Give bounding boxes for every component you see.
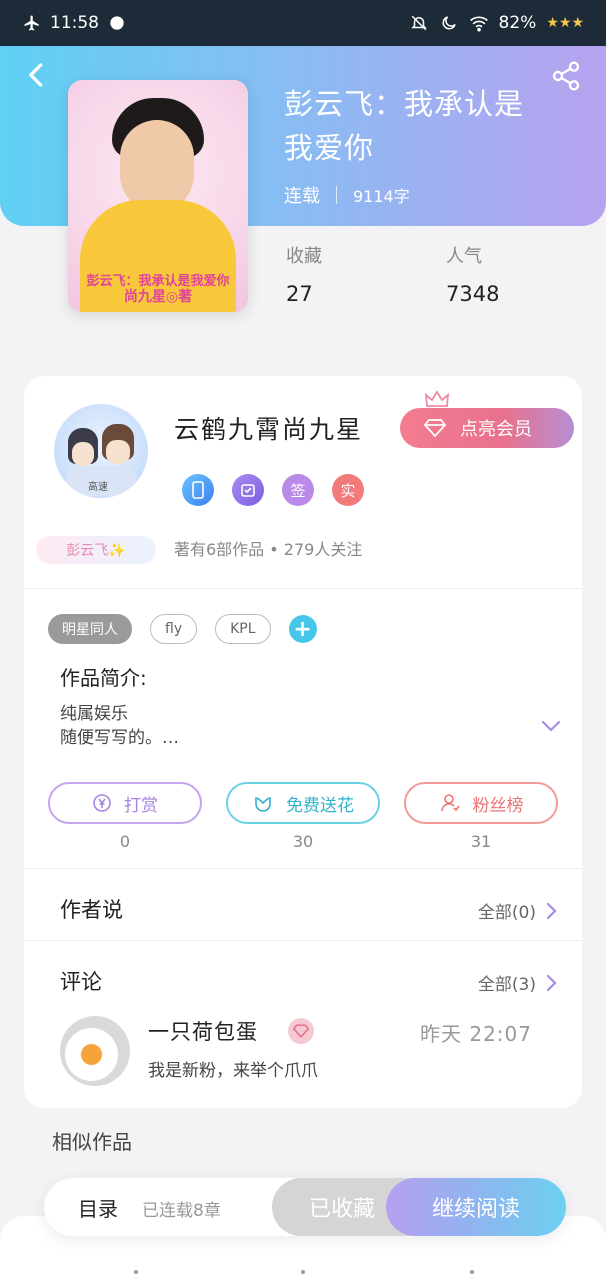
author-stats: 著有6部作品 • 279人关注: [174, 540, 363, 559]
wifi-icon: [469, 13, 489, 33]
flower-icon: [255, 797, 271, 812]
status-time: 11:58: [50, 13, 99, 33]
similar-works-title: 相似作品: [52, 1130, 132, 1154]
tag-item[interactable]: KPL: [215, 614, 271, 644]
book-info-card: 高速 云鹤九霄尚九星 点亮会员 签 实 彭云飞✨ 著有6部作品 • 279人关注…: [24, 376, 582, 1108]
meta-divider: [336, 186, 337, 204]
reward-count: 0: [119, 832, 131, 851]
intro-title: 作品简介:: [60, 666, 147, 690]
diamond-icon: [424, 419, 446, 437]
tag-item[interactable]: 明星同人: [48, 614, 132, 644]
chevron-right-icon: [546, 974, 557, 991]
activate-vip-button[interactable]: 点亮会员: [400, 408, 574, 448]
nav-indicator-dot: [134, 1270, 138, 1274]
send-flower-button[interactable]: 免费送花: [226, 782, 380, 824]
battery-level: 82%: [498, 13, 537, 33]
book-meta: 连载 9114字: [284, 182, 410, 208]
reward-button[interactable]: 打赏: [48, 782, 202, 824]
battery-icon: ★★★: [546, 15, 584, 31]
signed-badge[interactable]: 签: [282, 474, 314, 506]
flower-count: 30: [292, 832, 314, 851]
comment-time: 昨天 22:07: [420, 1022, 532, 1046]
book-title: 彭云飞：我承认是我爱你: [284, 87, 525, 165]
word-count: 9114字: [353, 187, 410, 206]
share-icon: [552, 61, 580, 91]
tag-list: 明星同人 fly KPL +: [48, 614, 317, 644]
stat-popularity: 人气 7348: [446, 246, 500, 306]
cover-author-text: 尚九星◎著: [123, 289, 193, 305]
airplane-mode-icon: [22, 13, 42, 33]
fan-ranking-button[interactable]: 粉丝榜: [404, 782, 558, 824]
tag-item[interactable]: fly: [150, 614, 198, 644]
share-button[interactable]: [550, 60, 582, 92]
calendar-badge-icon[interactable]: [232, 474, 264, 506]
chapter-count: 已连载8章: [142, 1201, 221, 1221]
chevron-right-icon: [546, 902, 557, 919]
bottom-action-bar: 目录 已连载8章 已收藏 继续阅读: [44, 1178, 566, 1236]
fan-tag: 彭云飞✨: [36, 536, 156, 564]
author-says-all-link[interactable]: 全部(0): [478, 898, 558, 923]
book-cover[interactable]: 彭云飞：我承认是我爱你 尚九星◎著: [68, 80, 248, 312]
commenter-avatar[interactable]: [60, 1016, 130, 1086]
divider: [24, 940, 582, 941]
expand-intro-button[interactable]: [538, 716, 564, 736]
do-not-disturb-moon-icon: [439, 13, 459, 33]
phone-badge-icon[interactable]: [182, 474, 214, 506]
vpn-globe-icon: [107, 13, 127, 33]
comments-all-link[interactable]: 全部(3): [478, 970, 558, 995]
commenter-name[interactable]: 一只荷包蛋: [148, 1016, 258, 1046]
comments-title: 评论: [60, 970, 102, 994]
nav-indicator-dot: [301, 1270, 305, 1274]
author-says-title: 作者说: [60, 898, 123, 922]
status-bar: 11:58 82% ★★★: [0, 0, 606, 46]
crown-icon: [424, 390, 450, 410]
author-badges: 签 实: [182, 474, 364, 506]
verified-badge[interactable]: 实: [332, 474, 364, 506]
divider: [24, 588, 582, 589]
chevron-down-icon: [541, 720, 561, 732]
vip-diamond-icon: [288, 1018, 314, 1044]
yen-coin-icon: [93, 794, 111, 812]
fan-count: 31: [470, 832, 492, 851]
author-name[interactable]: 云鹤九霄尚九星: [174, 410, 363, 446]
user-ranking-icon: [440, 794, 460, 812]
author-avatar[interactable]: 高速: [54, 404, 148, 498]
nav-indicator-dot: [470, 1270, 474, 1274]
comment-text[interactable]: 我是新粉，来举个爪爪: [148, 1056, 318, 1081]
continue-reading-button[interactable]: 继续阅读: [386, 1178, 566, 1236]
intro-text[interactable]: 纯属娱乐 随便写写的。…: [60, 702, 179, 750]
mute-bell-icon: [409, 13, 429, 33]
divider: [24, 868, 582, 869]
add-tag-button[interactable]: +: [288, 615, 317, 643]
book-status: 连载: [284, 186, 320, 207]
table-of-contents-button[interactable]: 目录: [78, 1193, 118, 1222]
stat-favorites: 收藏 27: [286, 246, 322, 306]
chevron-left-icon: [29, 63, 43, 87]
back-button[interactable]: [22, 60, 52, 90]
